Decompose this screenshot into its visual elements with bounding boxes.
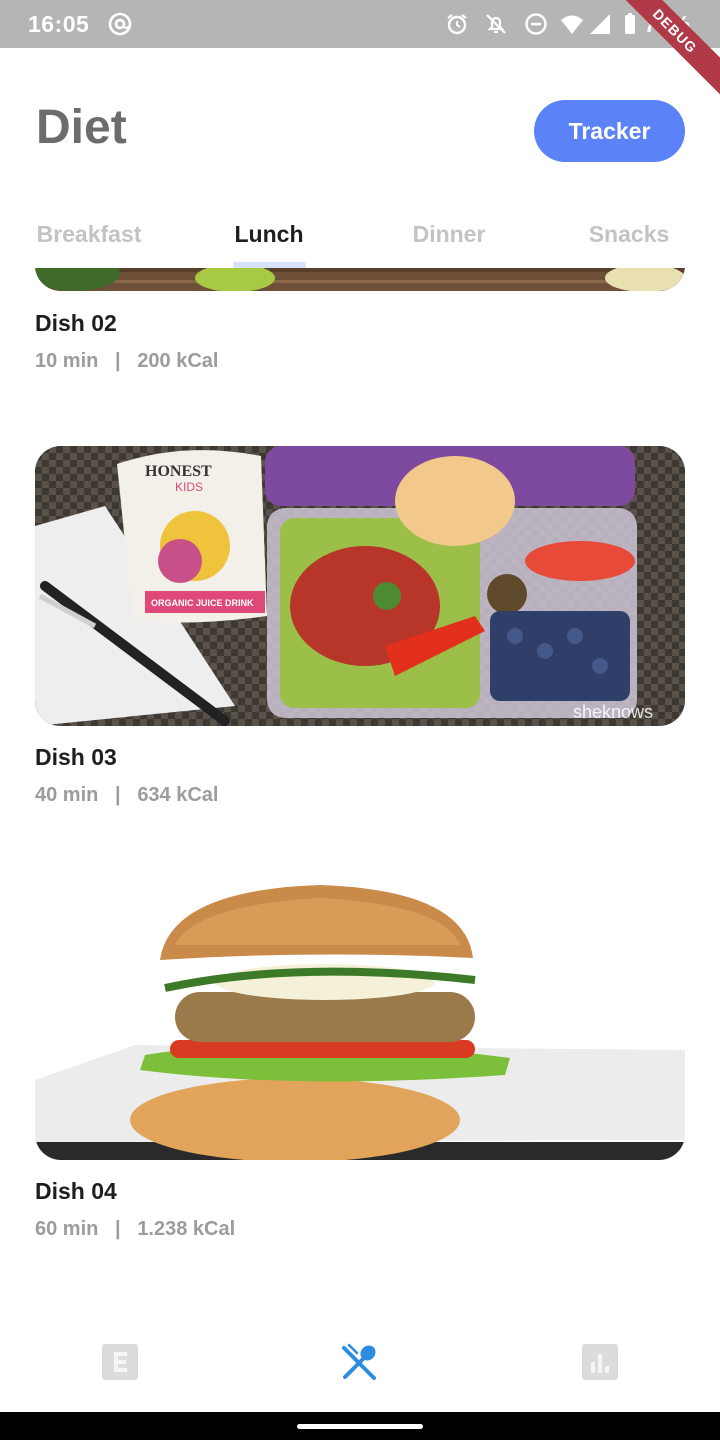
dish-name: Dish 04 <box>35 1178 117 1204</box>
tab-snacks[interactable]: Snacks <box>549 221 709 248</box>
dish-time: 10 min <box>35 350 99 372</box>
signal-icon <box>590 14 610 34</box>
dish-name: Dish 03 <box>35 744 117 770</box>
page-title: Diet <box>36 101 127 154</box>
meta-separator: | <box>115 1218 121 1240</box>
pouch-subbrand: KIDS <box>175 480 203 494</box>
meal-tabs: Breakfast Lunch Dinner Snacks <box>0 215 720 270</box>
notifications-off-icon <box>486 14 506 34</box>
dish-calories: 1.238 kCal <box>137 1218 236 1240</box>
dish-card[interactable]: Dish 04 60 min | 1.238 kCal <box>35 880 685 1250</box>
nav-exercise[interactable] <box>100 1342 140 1382</box>
status-bar: 16:05 73% DEBUG <box>0 0 720 101</box>
dish-time: 40 min <box>35 784 99 806</box>
dish-meta: 10 min | 200 kCal <box>35 350 218 373</box>
pouch-brand: HONEST <box>145 463 212 480</box>
photo-watermark: sheknows <box>573 702 653 722</box>
dish-list[interactable]: Dish 02 10 min | 200 kCal HONEST KIDS OR… <box>0 268 720 1320</box>
dish-calories: 200 kCal <box>137 350 219 372</box>
dish-02-photo <box>35 268 685 291</box>
at-sign-icon <box>108 12 132 36</box>
battery-icon <box>625 13 635 34</box>
dish-04-photo <box>35 880 685 1160</box>
do-not-disturb-icon <box>525 13 547 35</box>
system-gesture-bar <box>0 1412 720 1440</box>
dish-image[interactable] <box>35 268 685 291</box>
dish-calories: 634 kCal <box>137 784 219 806</box>
tab-lunch[interactable]: Lunch <box>189 221 349 248</box>
dish-03-photo: HONEST KIDS ORGANIC JUICE DRINK sheknows <box>35 446 685 726</box>
dish-time: 60 min <box>35 1218 99 1240</box>
exercise-icon <box>102 1344 138 1380</box>
dish-card[interactable]: Dish 02 10 min | 200 kCal <box>35 268 685 378</box>
tab-dinner[interactable]: Dinner <box>369 221 529 248</box>
bottom-navigation <box>0 1320 720 1412</box>
status-time: 16:05 <box>28 11 90 37</box>
bar-chart-icon <box>582 1344 618 1380</box>
wifi-icon <box>561 15 583 34</box>
dish-image[interactable]: HONEST KIDS ORGANIC JUICE DRINK sheknows <box>35 446 685 726</box>
meta-separator: | <box>115 784 121 806</box>
nav-diet[interactable] <box>340 1342 380 1382</box>
tracker-button[interactable]: Tracker <box>534 100 685 162</box>
dish-card[interactable]: HONEST KIDS ORGANIC JUICE DRINK sheknows <box>35 446 685 816</box>
home-indicator[interactable] <box>297 1424 423 1429</box>
dish-image[interactable] <box>35 880 685 1160</box>
tab-breakfast[interactable]: Breakfast <box>9 221 169 248</box>
pouch-label: ORGANIC JUICE DRINK <box>151 598 254 608</box>
nav-stats[interactable] <box>580 1342 620 1382</box>
dish-meta: 60 min | 1.238 kCal <box>35 1218 235 1241</box>
dish-meta: 40 min | 634 kCal <box>35 784 218 807</box>
fork-spoon-icon <box>342 1343 376 1380</box>
dish-name: Dish 02 <box>35 310 117 336</box>
alarm-icon <box>447 14 467 35</box>
meta-separator: | <box>115 350 121 372</box>
